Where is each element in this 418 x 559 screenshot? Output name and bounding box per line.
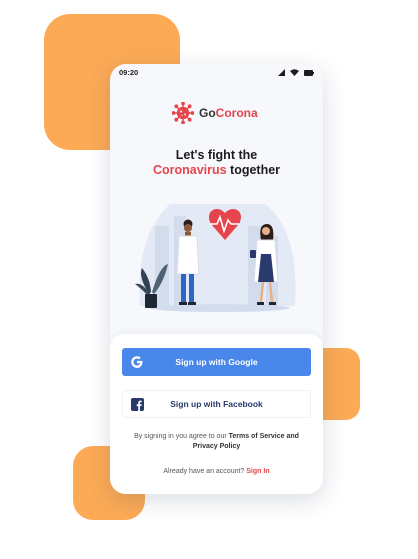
google-signup-label: Sign up with Google: [175, 357, 258, 367]
coronavirus-icon: [172, 102, 194, 124]
terms-joiner: and: [284, 433, 299, 440]
brand-name-prefix: Go: [199, 106, 216, 120]
facebook-signup-label: Sign up with Facebook: [170, 399, 263, 409]
headline-accent: Coronavirus: [152, 163, 227, 177]
signin-prompt: Already have an account? Sign In: [110, 468, 323, 475]
signup-panel: Sign up with Google Sign up with Faceboo…: [110, 334, 323, 494]
privacy-policy-link[interactable]: Privacy Policy: [193, 443, 240, 450]
terms-prefix: By signing in you agree to our: [134, 433, 229, 440]
status-bar: 09:20: [110, 64, 323, 82]
headline-line-2-rest: together: [226, 163, 281, 177]
google-signup-button[interactable]: Sign up with Google: [122, 348, 311, 376]
brand-logo: GoCorona: [172, 102, 258, 124]
page-title: Let's fight the Coronavirus together: [110, 148, 323, 178]
status-time: 09:20: [119, 68, 139, 77]
facebook-icon: [131, 398, 144, 411]
signin-prompt-text: Already have an account?: [163, 468, 247, 475]
google-icon: [131, 356, 143, 368]
headline-line-1: Let's fight the: [175, 148, 258, 162]
terms-text: By signing in you agree to our Terms of …: [128, 432, 305, 452]
terms-of-service-link[interactable]: Terms of Service: [229, 433, 285, 440]
brand-name: GoCorona: [199, 106, 258, 120]
signin-link[interactable]: Sign In: [246, 468, 269, 475]
phone-screen: 09:20 GoCorona Let's fight the Coronavir…: [110, 64, 323, 494]
brand-name-accent: Corona: [215, 106, 258, 120]
battery-icon: [304, 69, 314, 76]
wifi-icon: [290, 69, 299, 76]
headline-line-2: Coronavirus together: [110, 163, 323, 178]
signal-icon: [278, 69, 285, 76]
status-icons: [278, 69, 314, 76]
facebook-signup-button[interactable]: Sign up with Facebook: [122, 390, 311, 418]
doctors-illustration: [135, 204, 296, 312]
